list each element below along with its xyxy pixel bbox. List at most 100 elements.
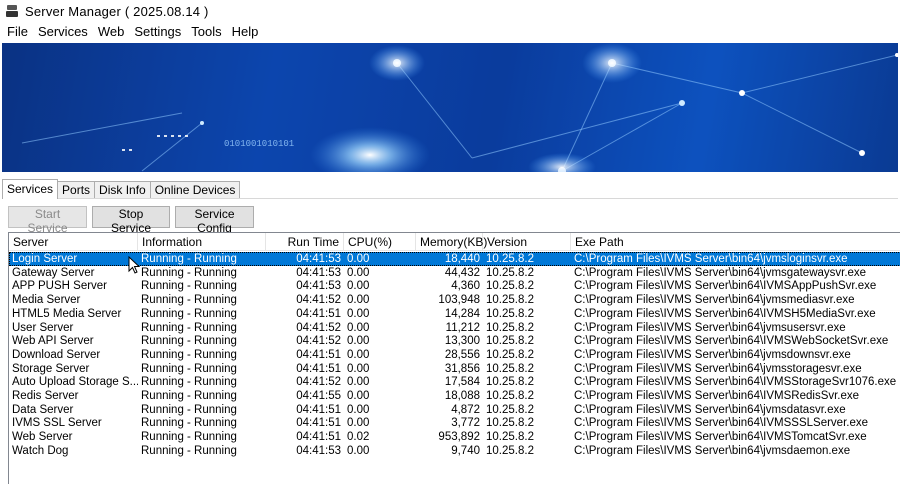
cell-cpu: 0.02: [347, 431, 370, 444]
cell-server: Download Server: [12, 348, 101, 361]
cell-version: 10.25.8.2: [486, 321, 534, 334]
cell-version: 10.25.8.2: [486, 253, 534, 265]
cell-exe-path: C:\Program Files\IVMS Server\bin64\jvmsm…: [574, 294, 855, 307]
cell-memory: 44,432: [444, 266, 480, 279]
cell-information: Running - Running: [141, 253, 237, 265]
cell-cpu: 0.00: [347, 403, 370, 416]
cell-version: 10.25.8.2: [486, 431, 534, 444]
column-header-information[interactable]: Information: [138, 233, 266, 251]
table-row[interactable]: Watch Dog Running - Running 04:41:53 0.00 9,…: [9, 444, 900, 458]
table-row[interactable]: Redis Server Running - Running 04:41:55 0.0…: [9, 389, 900, 403]
cell-cpu: 0.00: [347, 390, 370, 402]
menu-web[interactable]: Web: [93, 22, 130, 42]
cell-memory: 103,948: [438, 294, 480, 307]
column-header-server[interactable]: Server: [9, 233, 138, 251]
banner-graphic: 0101001010101: [2, 43, 898, 172]
table-row[interactable]: Storage Server Running - Running 04:41:51 0…: [9, 362, 900, 376]
mouse-cursor-icon: [128, 256, 140, 274]
cell-memory: 3,772: [451, 417, 480, 430]
services-table[interactable]: Server Information Run Time CPU(%) Memor…: [8, 232, 900, 484]
cell-run-time: 04:41:51: [296, 403, 341, 416]
cell-server: User Server: [12, 321, 74, 334]
cell-run-time: 04:41:51: [296, 348, 341, 361]
table-row[interactable]: Media Server Running - Running 04:41:52 0.0…: [9, 293, 900, 307]
cell-cpu: 0.00: [347, 280, 370, 293]
menu-services[interactable]: Services: [33, 22, 93, 42]
cell-server: Web API Server: [12, 335, 94, 348]
tab-services[interactable]: Services: [2, 179, 59, 199]
cell-server: Web Server: [12, 431, 73, 444]
column-header-memory[interactable]: Memory(KB): [416, 233, 487, 251]
table-row[interactable]: HTML5 Media Server Running - Running 04:41…: [9, 307, 900, 321]
table-row[interactable]: APP PUSH Server Running - Running 04:41:53…: [9, 279, 900, 293]
table-header: Server Information Run Time CPU(%) Memor…: [9, 233, 900, 251]
column-header-run-time[interactable]: Run Time: [266, 233, 344, 251]
cell-information: Running - Running: [141, 348, 237, 361]
cell-exe-path: C:\Program Files\IVMS Server\bin64\IVMSS…: [574, 376, 897, 389]
cell-information: Running - Running: [141, 376, 237, 389]
cell-memory: 17,584: [444, 376, 480, 389]
cell-cpu: 0.00: [347, 307, 370, 320]
cell-run-time: 04:41:53: [296, 266, 341, 279]
cell-exe-path: C:\Program Files\IVMS Server\bin64\IVMSW…: [574, 335, 889, 348]
tab-disk-info[interactable]: Disk Info: [94, 181, 151, 199]
cell-version: 10.25.8.2: [486, 376, 534, 389]
cell-memory: 9,740: [451, 444, 480, 457]
cell-exe-path: C:\Program Files\IVMS Server\bin64\jvmsd…: [574, 403, 846, 416]
cell-cpu: 0.00: [347, 266, 370, 279]
table-row[interactable]: Gateway Server Running - Running 04:41:53 0…: [9, 266, 900, 280]
cell-information: Running - Running: [141, 431, 237, 444]
table-row[interactable]: Web Server Running - Running 04:41:51 0.02 9…: [9, 430, 900, 444]
cell-exe-path: C:\Program Files\IVMS Server\bin64\jvmsg…: [574, 266, 867, 279]
cell-information: Running - Running: [141, 362, 237, 375]
cell-information: Running - Running: [141, 417, 237, 430]
cell-run-time: 04:41:55: [296, 390, 341, 402]
menu-settings[interactable]: Settings: [129, 22, 186, 42]
column-header-cpu[interactable]: CPU(%): [344, 233, 416, 251]
table-row[interactable]: Download Server Running - Running 04:41:51…: [9, 348, 900, 362]
table-row[interactable]: IVMS SSL Server Running - Running 04:41:51…: [9, 416, 900, 430]
cell-cpu: 0.00: [347, 253, 370, 265]
cell-run-time: 04:41:51: [296, 431, 341, 444]
table-row[interactable]: Data Server Running - Running 04:41:51 0.00…: [9, 403, 900, 417]
tab-online-devices[interactable]: Online Devices: [149, 181, 241, 199]
tab-ports[interactable]: Ports: [57, 181, 96, 199]
cell-server: HTML5 Media Server: [12, 307, 122, 320]
tab-bar: Services Ports Disk Info Online Devices: [2, 179, 241, 199]
cell-cpu: 0.00: [347, 444, 370, 457]
cell-run-time: 04:41:52: [296, 294, 341, 307]
cell-version: 10.25.8.2: [486, 403, 534, 416]
cell-memory: 14,284: [444, 307, 480, 320]
stop-service-button[interactable]: Stop Service: [92, 206, 170, 235]
cell-version: 10.25.8.2: [486, 348, 534, 361]
cell-version: 10.25.8.2: [486, 444, 534, 457]
menu-help[interactable]: Help: [227, 22, 264, 42]
column-header-exe-path[interactable]: Exe Path: [571, 233, 900, 251]
cell-run-time: 04:41:52: [296, 321, 341, 334]
cell-cpu: 0.00: [347, 321, 370, 334]
cell-memory: 13,300: [444, 335, 480, 348]
cell-exe-path: C:\Program Files\IVMS Server\bin64\IVMSA…: [574, 280, 877, 293]
cell-version: 10.25.8.2: [486, 390, 534, 402]
cell-run-time: 04:41:53: [296, 444, 341, 457]
table-row[interactable]: Login Server Running - Running 04:41:53 0.0…: [9, 252, 900, 266]
start-service-button[interactable]: Start Service: [8, 206, 87, 235]
cell-run-time: 04:41:52: [296, 376, 341, 389]
cell-information: Running - Running: [141, 390, 237, 402]
cell-version: 10.25.8.2: [486, 307, 534, 320]
menu-tools[interactable]: Tools: [186, 22, 226, 42]
menu-file[interactable]: File: [2, 22, 33, 42]
cell-server: Redis Server: [12, 390, 79, 402]
header-banner: 0101001010101: [2, 43, 898, 172]
cell-memory: 4,360: [451, 280, 480, 293]
cell-server: Data Server: [12, 403, 74, 416]
cell-memory: 953,892: [438, 431, 480, 444]
table-row[interactable]: Web API Server Running - Running 04:41:52 0…: [9, 334, 900, 348]
cell-cpu: 0.00: [347, 376, 370, 389]
column-header-version[interactable]: Version: [483, 233, 571, 251]
service-config-button[interactable]: Service Config: [175, 206, 254, 235]
table-row[interactable]: Auto Upload Storage S... Running - Runnin…: [9, 375, 900, 389]
table-row[interactable]: User Server Running - Running 04:41:52 0.00…: [9, 321, 900, 335]
cell-exe-path: C:\Program Files\IVMS Server\bin64\IVMSR…: [574, 390, 860, 402]
cell-server: Watch Dog: [12, 444, 69, 457]
